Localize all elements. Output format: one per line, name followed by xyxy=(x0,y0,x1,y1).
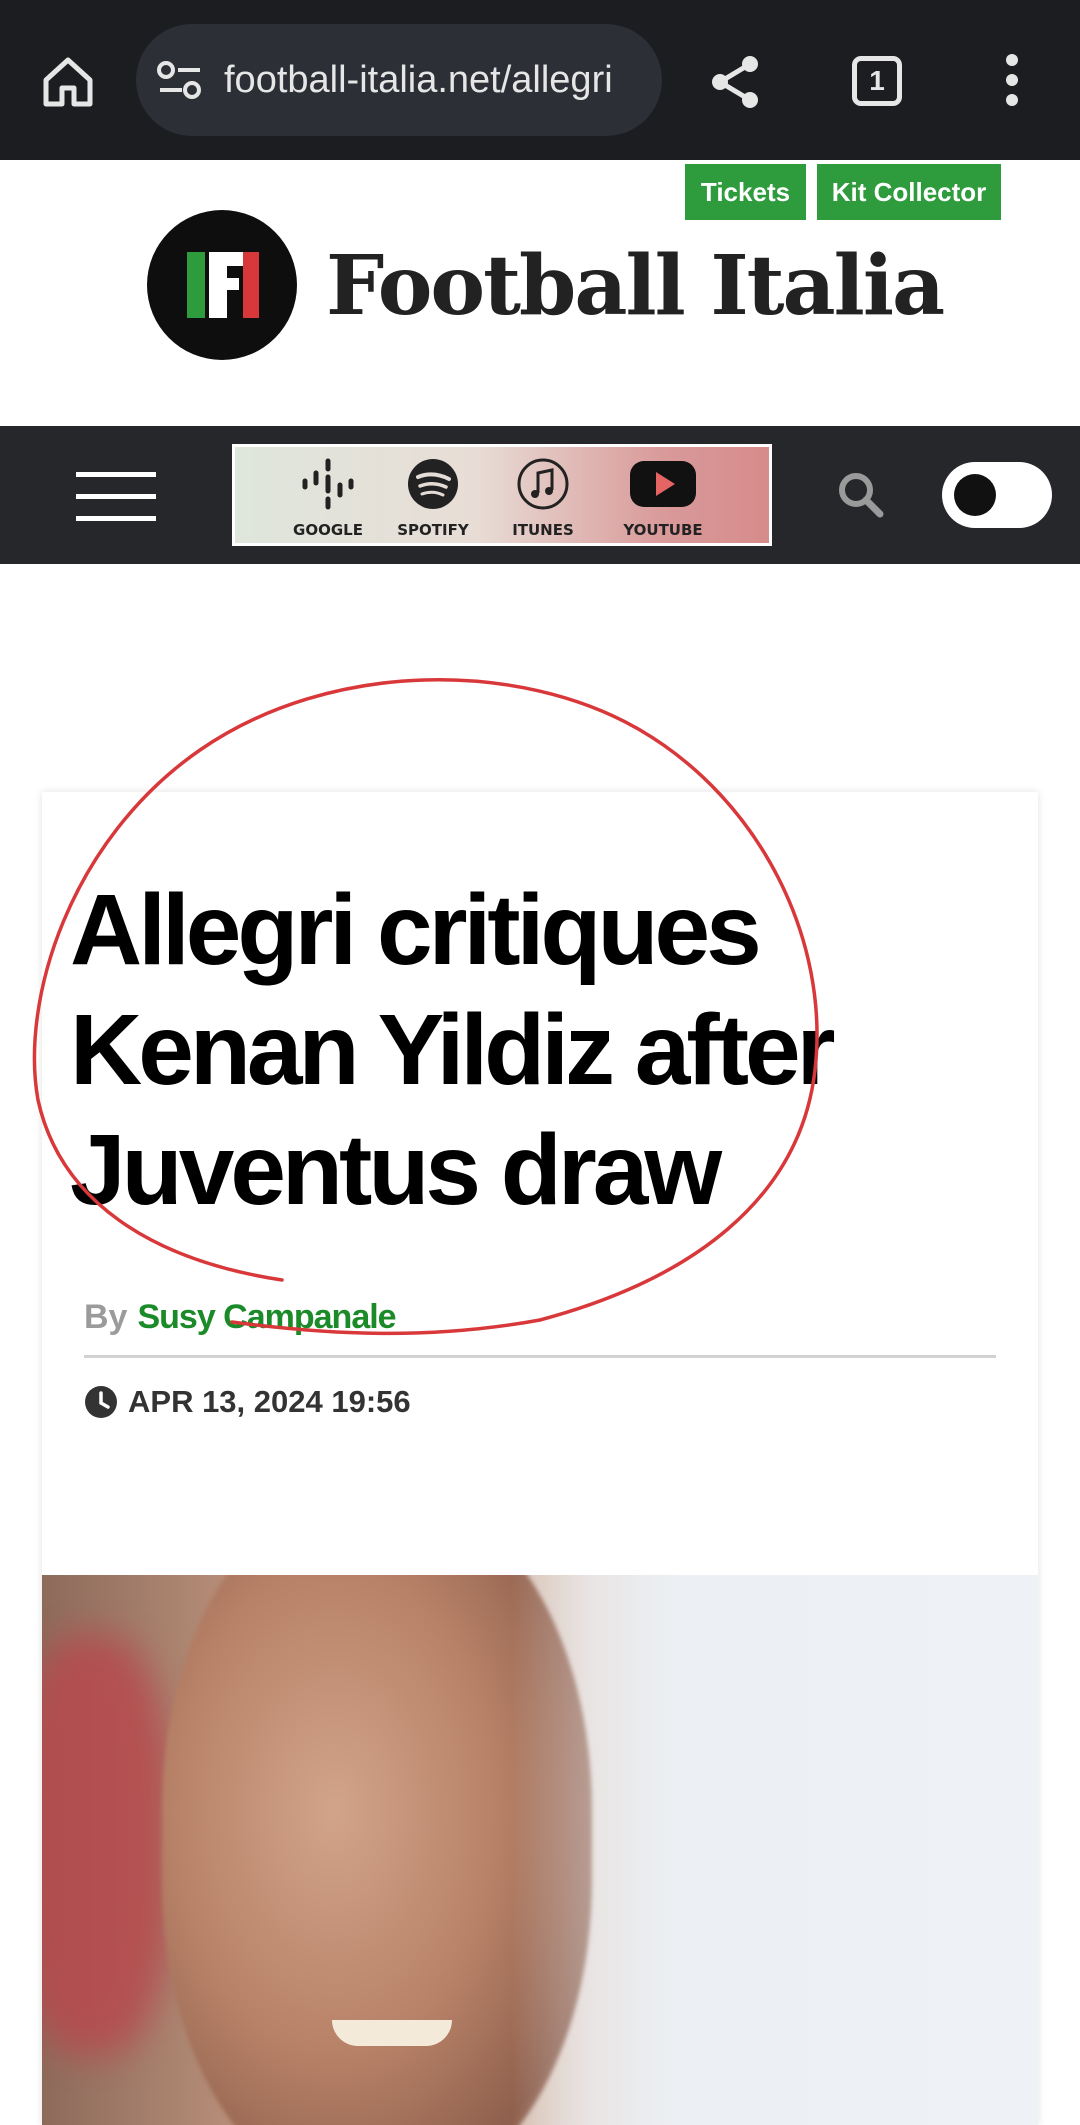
author-link[interactable]: Susy Campanale xyxy=(137,1298,396,1336)
banner-label: SPOTIFY xyxy=(397,521,469,539)
banner-label: ITUNES xyxy=(512,521,574,539)
spotify-icon xyxy=(408,459,458,509)
article-title: Allegri critiques Kenan Yildiz after Juv… xyxy=(70,874,836,1226)
url-bar[interactable]: football-italia.net/allegri xyxy=(136,24,662,136)
google-podcasts-icon xyxy=(302,458,354,510)
kit-collector-button[interactable]: Kit Collector xyxy=(817,164,1001,220)
byline: By Susy Campanale xyxy=(84,1298,397,1337)
toggle-knob xyxy=(954,474,996,516)
site-settings-icon[interactable] xyxy=(156,58,204,102)
nav-bar: GOOGLE SPOTIFY ITUNES YOUTUBE xyxy=(0,426,1080,564)
menu-icon[interactable] xyxy=(76,472,156,522)
search-icon[interactable] xyxy=(836,470,886,520)
banner-label: GOOGLE xyxy=(293,521,363,539)
site-header: Tickets Kit Collector Football Italia xyxy=(0,160,1080,426)
youtube-link[interactable]: YOUTUBE xyxy=(613,453,713,541)
itunes-icon xyxy=(517,458,569,510)
publish-date-text: APR 13, 2024 19:56 xyxy=(128,1384,411,1419)
clock-icon xyxy=(85,1386,117,1418)
podcast-banner[interactable]: GOOGLE SPOTIFY ITUNES YOUTUBE xyxy=(232,444,772,546)
tab-switcher-button[interactable]: 1 xyxy=(852,56,902,106)
itunes-link[interactable]: ITUNES xyxy=(498,453,588,541)
by-label: By xyxy=(84,1298,128,1336)
google-podcasts-link[interactable]: GOOGLE xyxy=(283,453,373,541)
browser-toolbar: football-italia.net/allegri 1 xyxy=(0,0,1080,160)
tickets-button[interactable]: Tickets xyxy=(685,164,806,220)
byline-divider xyxy=(84,1355,996,1358)
football-italia-logo-icon[interactable] xyxy=(147,210,297,360)
publish-date: APR 13, 2024 19:56 xyxy=(84,1384,411,1420)
site-logo-text[interactable]: Football Italia xyxy=(326,238,945,334)
dark-mode-toggle[interactable] xyxy=(942,462,1052,528)
home-icon[interactable] xyxy=(38,52,98,112)
share-icon[interactable] xyxy=(706,52,766,112)
spotify-link[interactable]: SPOTIFY xyxy=(388,453,478,541)
banner-label: YOUTUBE xyxy=(623,521,703,539)
article-photo xyxy=(42,1575,1038,2125)
url-text[interactable]: football-italia.net/allegri xyxy=(224,24,654,136)
more-menu-icon[interactable] xyxy=(992,50,1032,110)
youtube-icon xyxy=(630,461,696,507)
